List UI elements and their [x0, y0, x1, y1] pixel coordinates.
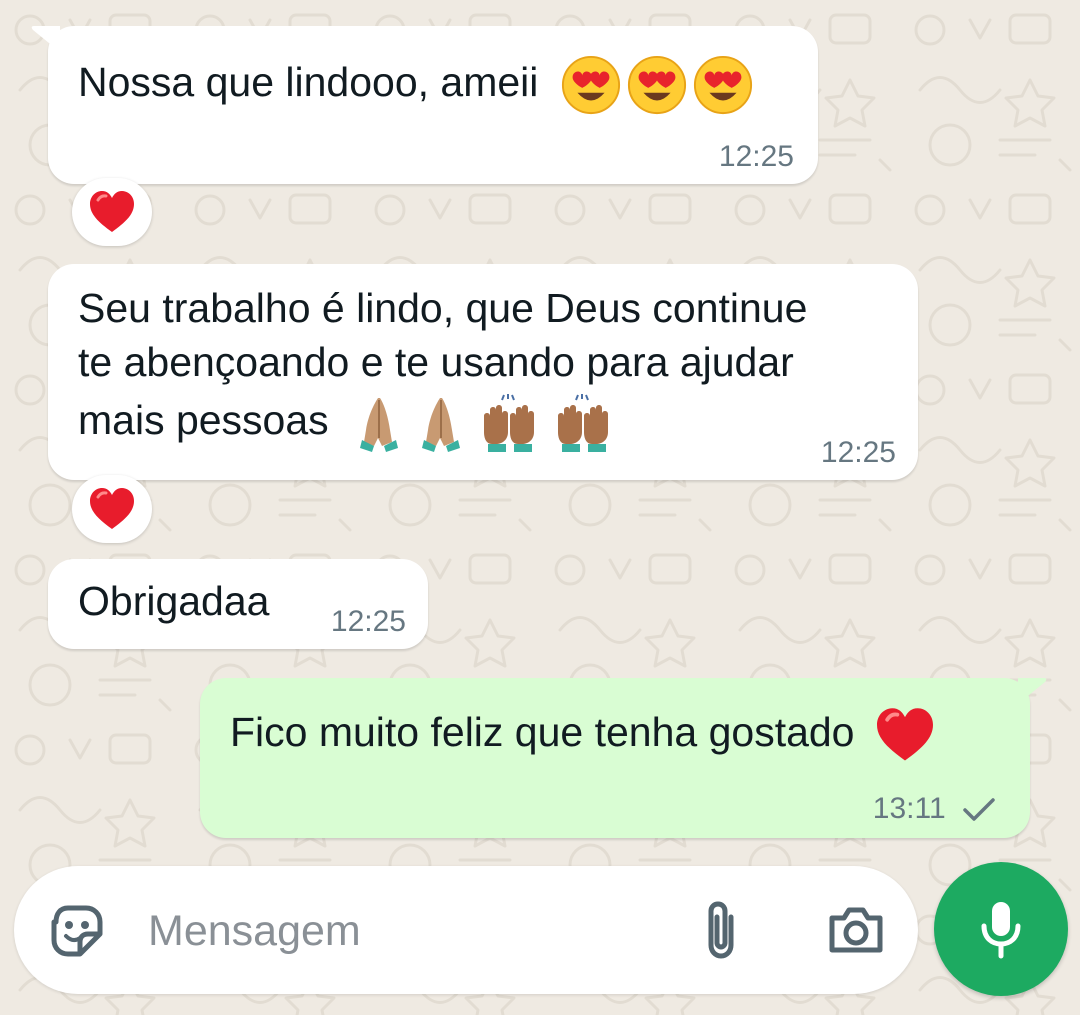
heart-eyes-emoji-icon	[627, 56, 686, 115]
message-time-label: 13:11	[872, 792, 946, 825]
message-composer	[14, 866, 918, 994]
bubble-tail	[1018, 678, 1047, 704]
red-heart-icon	[90, 488, 134, 529]
message-line: Seu trabalho é lindo, que Deus continue	[78, 285, 808, 331]
message-time: 12:25	[718, 140, 794, 173]
heart-eyes-emoji-icon	[561, 56, 620, 115]
message-line: te abençoando e te usando para ajudar	[78, 339, 794, 385]
message-body: Fico muito feliz que tenha gostado	[230, 709, 855, 755]
paperclip-icon	[708, 901, 734, 959]
sticker-icon	[51, 905, 103, 957]
message-line: mais pessoas	[78, 397, 329, 443]
incoming-message[interactable]: Nossa que lindooo, ameii 12:25	[31, 26, 818, 184]
message-time: 12:25	[820, 436, 896, 469]
sticker-button[interactable]	[46, 900, 108, 962]
reaction-badge[interactable]	[72, 475, 152, 543]
message-time: 12:25	[330, 605, 406, 638]
bubble-tail	[31, 26, 60, 52]
raising-hands-icon	[484, 394, 535, 453]
single-check-icon	[963, 798, 995, 821]
message-text: Fico muito feliz que tenha gostado	[230, 704, 936, 763]
incoming-message[interactable]: Obrigadaa 12:25	[48, 559, 428, 649]
message-text: mais pessoas	[78, 392, 614, 453]
camera-icon	[829, 907, 883, 953]
red-heart-icon	[876, 708, 933, 761]
message-text: Nossa que lindooo, ameii	[78, 54, 754, 116]
emoji-group	[354, 394, 614, 453]
message-body: Nossa que lindooo, ameii	[78, 59, 539, 105]
heart-eyes-emoji-icon	[693, 56, 752, 115]
outgoing-message[interactable]: Fico muito feliz que tenha gostado 13:11	[200, 678, 1047, 838]
voice-message-button[interactable]	[934, 862, 1068, 996]
camera-button[interactable]	[820, 898, 892, 962]
message-time: 13:11	[873, 792, 996, 826]
message-input[interactable]	[146, 896, 670, 966]
reaction-badge[interactable]	[72, 178, 152, 246]
microphone-icon	[981, 902, 1021, 959]
message-body: Obrigadaa	[78, 578, 270, 624]
raising-hands-icon	[558, 394, 609, 453]
folded-hands-icon	[422, 398, 461, 453]
folded-hands-icon	[360, 398, 399, 453]
incoming-message[interactable]: Seu trabalho é lindo, que Deus continue …	[48, 264, 918, 480]
emoji-group	[560, 54, 754, 116]
red-heart-icon	[90, 191, 134, 232]
attach-button[interactable]	[694, 896, 748, 964]
